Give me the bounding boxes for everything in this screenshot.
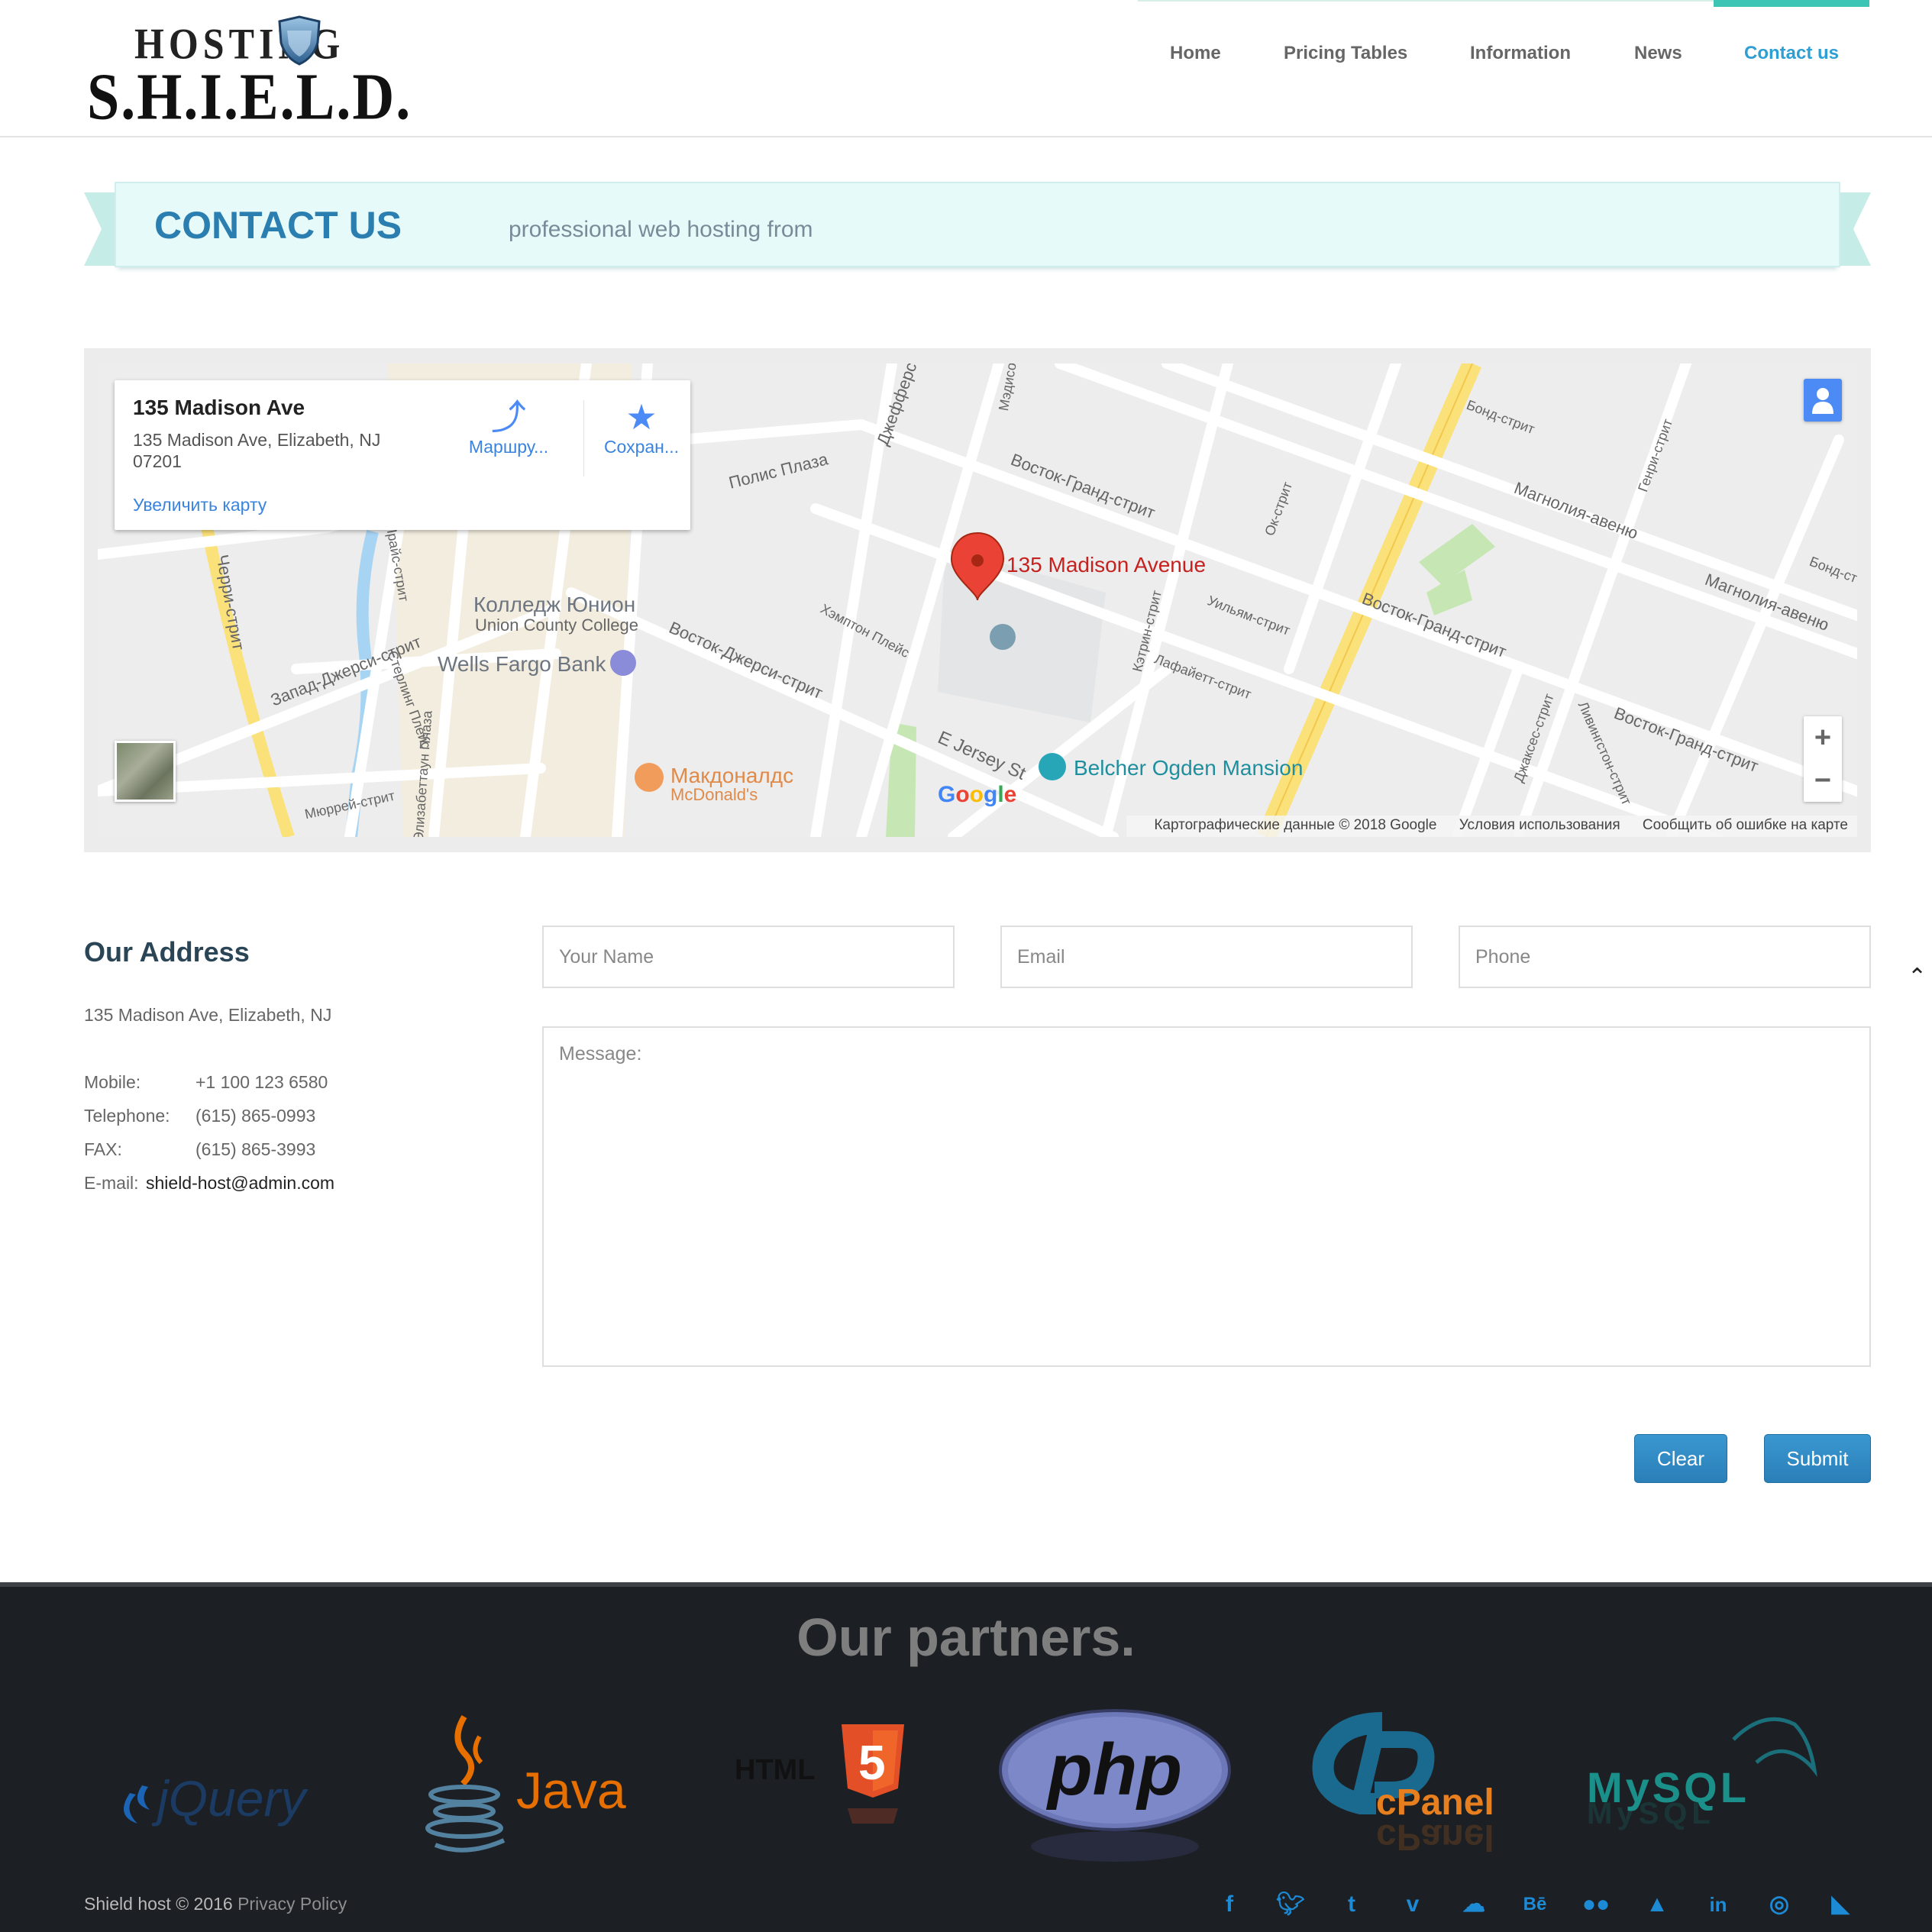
zoom-in-button[interactable]: + <box>1804 716 1842 759</box>
svg-text:5: 5 <box>858 1735 886 1790</box>
mobile-label: Mobile: <box>84 1072 141 1092</box>
zoom-out-button[interactable]: − <box>1804 759 1842 802</box>
map-label-wells-fargo: Wells Fargo Bank <box>438 652 606 676</box>
copyright: Shield host © 2016 Privacy Policy <box>84 1894 347 1914</box>
map-card-address: 135 Madison Ave, Elizabeth, NJ 07201 <box>133 430 381 471</box>
google-logo: Google <box>938 782 1017 807</box>
map-label-mcdonalds-en: McDonald's <box>670 785 758 804</box>
partner-jquery-logo[interactable]: jQuery <box>107 1709 351 1869</box>
submit-button[interactable]: Submit <box>1764 1434 1871 1483</box>
star-icon: ★ <box>625 397 657 437</box>
twitter-icon[interactable]: 🐦︎ <box>1275 1891 1306 1918</box>
svg-text:jQuery: jQuery <box>151 1770 309 1827</box>
ribbon-tail-left <box>84 192 116 266</box>
telephone-row: Telephone: (615) 865-0993 <box>84 1106 315 1126</box>
rss-icon[interactable]: ◣ <box>1825 1891 1856 1918</box>
map-label-belcher: Belcher Ogden Mansion <box>1074 756 1304 780</box>
partner-cpanel-logo[interactable]: cPanel cPanel <box>1291 1709 1520 1869</box>
phone-input[interactable] <box>1459 926 1871 988</box>
svg-text:cPanel: cPanel <box>1376 1817 1494 1857</box>
shield-icon <box>278 15 321 66</box>
flickr-icon[interactable]: ●● <box>1581 1891 1611 1918</box>
copyright-text: Shield host © 2016 <box>84 1894 233 1914</box>
address-line: 135 Madison Ave, Elizabeth, NJ <box>84 1005 332 1025</box>
telephone-label: Telephone: <box>84 1106 170 1126</box>
partners-title: Our partners. <box>796 1607 1136 1667</box>
satellite-view-toggle[interactable] <box>115 741 176 802</box>
nav-home[interactable]: Home <box>1170 43 1221 64</box>
nav-news[interactable]: News <box>1634 43 1682 64</box>
enlarge-map-link[interactable]: Увеличить карту <box>133 495 267 515</box>
address-title: Our Address <box>84 936 250 968</box>
fax-label: FAX: <box>84 1139 122 1159</box>
map-label-college-ru: Колледж Юнион <box>473 593 636 616</box>
mobile-row: Mobile: +1 100 123 6580 <box>84 1072 328 1093</box>
nav-pricing-tables[interactable]: Pricing Tables <box>1284 43 1407 64</box>
email-row: E-mail: shield-host@admin.com <box>84 1173 334 1194</box>
clear-button[interactable]: Clear <box>1634 1434 1727 1483</box>
directions-label: Маршру... <box>468 437 549 457</box>
map-terms-link[interactable]: Условия использования <box>1459 817 1620 833</box>
dribbble-icon[interactable]: ◎ <box>1764 1891 1795 1918</box>
email-input[interactable] <box>1000 926 1413 988</box>
behance-icon[interactable]: Bē <box>1520 1891 1550 1918</box>
map-card-title: 135 Madison Ave <box>133 396 305 419</box>
svg-text:Java: Java <box>516 1762 626 1820</box>
map-frame: Полис Плаза Восток-Гранд-стрит Восток-Гр… <box>84 348 1871 852</box>
partner-java-logo[interactable]: Java <box>405 1709 641 1869</box>
directions-icon: ⤴ <box>491 397 526 437</box>
email-value[interactable]: shield-host@admin.com <box>146 1173 334 1194</box>
email-label: E-mail: <box>84 1173 139 1193</box>
pegman-icon[interactable] <box>1804 379 1842 422</box>
site-footer: Our partners. jQuery Java HTML 5 php cPa… <box>0 1582 1932 1932</box>
linkedin-icon[interactable]: in <box>1703 1891 1733 1918</box>
nav-contact-us[interactable]: Contact us <box>1744 43 1839 64</box>
svg-text:php: php <box>1045 1729 1182 1811</box>
fax-row: FAX: (615) 865-3993 <box>84 1139 315 1160</box>
soundcloud-icon[interactable]: ☁ <box>1459 1891 1489 1918</box>
page-title-ribbon: CONTACT US professional web hosting from <box>84 182 1871 279</box>
name-input[interactable] <box>542 926 955 988</box>
map-data-credit: Картографические данные © 2018 Google <box>1154 817 1437 833</box>
scroll-up-icon[interactable]: ⌃ <box>1908 964 1927 990</box>
map-pin-label: 135 Madison Avenue <box>1006 553 1207 577</box>
google-map[interactable]: Полис Плаза Восток-Гранд-стрит Восток-Гр… <box>98 363 1857 837</box>
svg-text:HTML: HTML <box>735 1754 816 1786</box>
svg-text:MySQL: MySQL <box>1587 1797 1715 1830</box>
vimeo-icon[interactable]: v <box>1397 1891 1428 1918</box>
ribbon-tail-right <box>1839 192 1871 266</box>
page-title: CONTACT US <box>154 204 402 247</box>
mobile-value: +1 100 123 6580 <box>195 1072 328 1092</box>
tumblr-icon[interactable]: t <box>1336 1891 1367 1918</box>
fax-value: (615) 865-3993 <box>195 1139 316 1159</box>
save-place-button[interactable]: ★ Сохран... <box>588 397 695 457</box>
directions-button[interactable]: ⤴ Маршру... <box>455 397 562 457</box>
page-title-banner: CONTACT US professional web hosting from <box>115 182 1840 267</box>
nav-active-indicator <box>1714 0 1869 7</box>
partner-mysql-logo[interactable]: MySQL MySQL <box>1581 1709 1825 1869</box>
map-info-card: 135 Madison Ave 135 Madison Ave, Elizabe… <box>115 380 690 530</box>
partner-php-logo[interactable]: php <box>993 1709 1237 1869</box>
nav-information[interactable]: Information <box>1470 43 1571 64</box>
site-header: HOSTING S.H.I.E.L.D. Home Pricing Tables… <box>0 0 1932 137</box>
delicious-icon[interactable]: ▲ <box>1642 1891 1672 1918</box>
save-label: Сохран... <box>603 437 680 457</box>
card-divider <box>583 400 584 477</box>
page-subtitle: professional web hosting from <box>509 217 813 242</box>
map-label-college-en: Union County College <box>475 615 639 635</box>
map-report-link[interactable]: Сообщить об ошибке на карте <box>1643 817 1848 833</box>
privacy-policy-link[interactable]: Privacy Policy <box>237 1894 347 1914</box>
site-logo[interactable]: HOSTING S.H.I.E.L.D. <box>87 15 410 134</box>
partner-html5-logo[interactable]: HTML 5 <box>733 1709 916 1869</box>
nav-top-line <box>1138 0 1714 2</box>
map-zoom-control: + − <box>1804 716 1842 802</box>
map-attribution: Картографические данные © 2018 Google Ус… <box>1126 816 1857 837</box>
logo-line2: S.H.I.E.L.D. <box>87 60 412 134</box>
facebook-icon[interactable]: f <box>1214 1891 1245 1918</box>
telephone-value: (615) 865-0993 <box>195 1106 316 1126</box>
message-textarea[interactable] <box>542 1026 1871 1367</box>
